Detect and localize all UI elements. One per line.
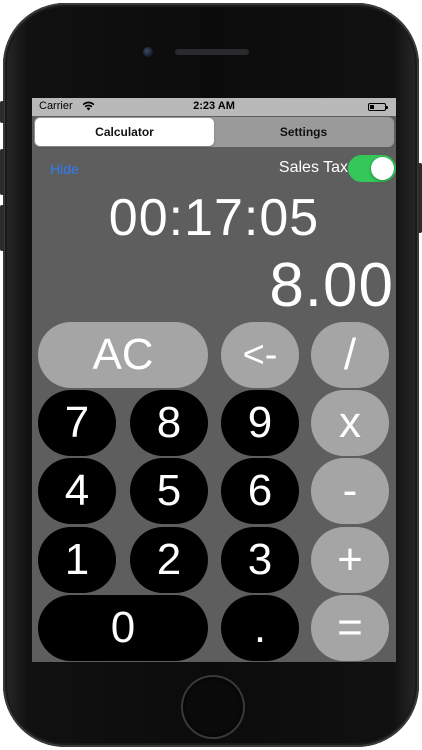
sales-tax-toggle[interactable]	[348, 155, 396, 182]
tab-calculator[interactable]: Calculator	[35, 118, 214, 146]
status-time: 2:23 AM	[193, 100, 235, 112]
equals-button[interactable]: =	[311, 595, 389, 661]
earpiece-speaker	[175, 49, 249, 55]
battery-icon	[368, 103, 388, 111]
status-bar: Carrier 2:23 AM	[32, 98, 396, 116]
decimal-button[interactable]: .	[221, 595, 299, 661]
power-button	[418, 163, 422, 233]
sales-tax-label: Sales Tax	[278, 159, 348, 176]
volume-up-button	[0, 149, 4, 195]
subtract-button[interactable]: -	[311, 458, 389, 524]
digit-1-button[interactable]: 1	[38, 527, 116, 593]
backspace-button[interactable]: <-	[221, 322, 299, 388]
silent-switch	[0, 101, 4, 123]
digit-8-button[interactable]: 8	[130, 390, 208, 456]
digit-5-button[interactable]: 5	[130, 458, 208, 524]
result-display: 8.00	[269, 251, 394, 320]
tab-settings[interactable]: Settings	[214, 118, 393, 146]
phone-frame: Carrier 2:23 AM Calculator Settings Hide…	[0, 3, 422, 747]
divide-button[interactable]: /	[311, 322, 389, 388]
app-screen: Carrier 2:23 AM Calculator Settings Hide…	[32, 98, 396, 662]
multiply-button[interactable]: x	[311, 390, 389, 456]
digit-2-button[interactable]: 2	[130, 527, 208, 593]
elapsed-timer: 00:17:05	[108, 189, 320, 247]
front-camera	[143, 47, 153, 57]
digit-6-button[interactable]: 6	[221, 458, 299, 524]
digit-0-button[interactable]: 0	[38, 595, 208, 661]
home-button[interactable]	[183, 677, 243, 737]
toggle-knob	[371, 157, 394, 180]
mode-segmented-control: Calculator Settings	[34, 117, 394, 147]
all-clear-button[interactable]: AC	[38, 322, 208, 388]
battery-level	[370, 105, 374, 109]
hide-button[interactable]: Hide	[50, 161, 79, 177]
add-button[interactable]: +	[311, 527, 389, 593]
digit-9-button[interactable]: 9	[221, 390, 299, 456]
digit-7-button[interactable]: 7	[38, 390, 116, 456]
volume-down-button	[0, 205, 4, 251]
digit-3-button[interactable]: 3	[221, 527, 299, 593]
digit-4-button[interactable]: 4	[38, 458, 116, 524]
